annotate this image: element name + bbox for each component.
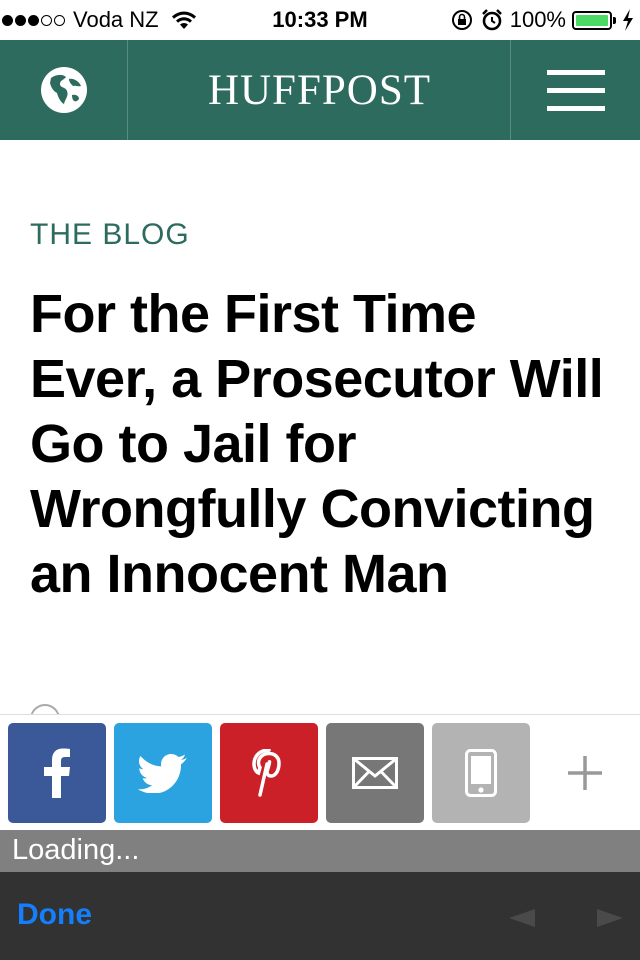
battery-percentage: 100% (509, 7, 566, 32)
site-logo[interactable]: HUFFPOST (129, 40, 510, 140)
back-arrow-icon[interactable] (508, 908, 536, 928)
loading-text: Loading... (12, 834, 140, 866)
charging-bolt-icon (623, 9, 633, 31)
share-bar (0, 714, 640, 830)
status-bar-right: 100% (450, 7, 634, 32)
share-more-button[interactable] (538, 723, 632, 823)
browser-toolbar: Done (0, 872, 640, 960)
share-twitter-button[interactable] (114, 723, 212, 823)
globe-icon (40, 67, 87, 113)
status-bar: Voda NZ 10:33 PM 100% (0, 0, 640, 40)
pinterest-icon (252, 749, 281, 797)
envelope-icon (352, 757, 398, 789)
alarm-icon (481, 9, 502, 31)
edition-button[interactable] (0, 40, 128, 140)
section-label[interactable]: THE BLOG (30, 218, 190, 252)
hamburger-icon-bar (546, 69, 605, 75)
article-headline: For the First Time Ever, a Prosecutor Wi… (30, 284, 604, 604)
done-button[interactable]: Done (17, 898, 92, 932)
loading-bar: Loading... (0, 830, 640, 872)
twitter-icon (138, 754, 187, 793)
phone-icon (465, 749, 497, 797)
orientation-lock-icon (451, 10, 472, 30)
forward-arrow-icon[interactable] (596, 908, 624, 928)
share-email-button[interactable] (326, 723, 424, 823)
facebook-icon (44, 748, 70, 798)
hamburger-icon-bar (546, 87, 605, 93)
hamburger-icon-bar (546, 105, 605, 111)
share-pinterest-button[interactable] (220, 723, 318, 823)
share-sms-button[interactable] (432, 723, 530, 823)
menu-button[interactable] (510, 40, 640, 140)
battery-icon (572, 10, 616, 30)
site-header: HUFFPOST (0, 40, 640, 140)
plus-icon (568, 756, 602, 790)
share-facebook-button[interactable] (8, 723, 106, 823)
